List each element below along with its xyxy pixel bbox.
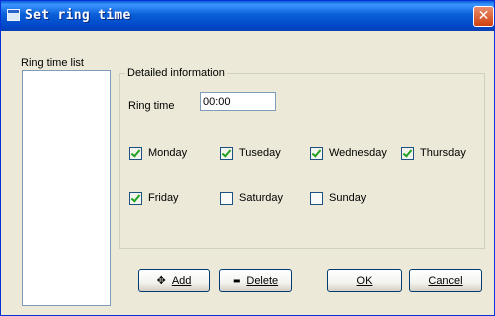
checkbox-box[interactable]: [310, 191, 323, 205]
wednesday-checkbox[interactable]: Wednesday: [310, 146, 387, 160]
saturday-checkbox[interactable]: Saturday: [220, 191, 283, 205]
tuesday-checkbox[interactable]: Tuseday: [220, 146, 281, 160]
sunday-label: Sunday: [329, 192, 367, 204]
delete-button[interactable]: ▬ Delete: [219, 269, 292, 292]
delete-label: Delete: [246, 274, 279, 287]
ring-time-list-label: Ring time list: [21, 57, 84, 69]
checkbox-box[interactable]: [310, 146, 323, 160]
close-button[interactable]: ✕: [473, 6, 494, 27]
sunday-checkbox[interactable]: Sunday: [310, 191, 366, 205]
ring-time-input[interactable]: [200, 92, 276, 111]
cancel-button[interactable]: Cancel: [409, 269, 482, 292]
plus-icon: ✥: [156, 274, 166, 287]
group-title: Detailed information: [125, 67, 227, 79]
ok-button[interactable]: OK: [327, 269, 402, 292]
tuesday-label: Tuseday: [239, 147, 281, 159]
friday-checkbox[interactable]: Friday: [129, 191, 179, 205]
cancel-label: Cancel: [428, 274, 463, 287]
checkbox-box[interactable]: [129, 146, 142, 160]
ok-label: OK: [356, 274, 373, 287]
thursday-label: Thursday: [420, 147, 466, 159]
monday-label: Monday: [148, 147, 188, 159]
checkbox-box[interactable]: [220, 146, 233, 160]
checkbox-box[interactable]: [220, 191, 233, 205]
window-icon: [7, 9, 20, 21]
friday-label: Friday: [148, 192, 179, 204]
monday-checkbox[interactable]: Monday: [129, 146, 187, 160]
ring-time-label: Ring time: [128, 100, 175, 112]
window-title: Set ring time: [25, 8, 131, 23]
minus-icon: ▬: [232, 276, 241, 285]
ring-time-listbox[interactable]: [22, 70, 111, 306]
wednesday-label: Wednesday: [329, 147, 387, 159]
saturday-label: Saturday: [239, 192, 284, 204]
checkbox-box[interactable]: [129, 191, 142, 205]
title-bar[interactable]: Set ring time ✕: [1, 1, 494, 31]
thursday-checkbox[interactable]: Thursday: [401, 146, 466, 160]
add-label: Add: [171, 274, 192, 287]
checkbox-box[interactable]: [401, 146, 414, 160]
set-ring-time-dialog: Set ring time ✕ Ring time list Detailed …: [0, 0, 495, 316]
add-button[interactable]: ✥ Add: [138, 269, 210, 292]
dialog-body: Ring time list Detailed information Ring…: [1, 31, 494, 315]
